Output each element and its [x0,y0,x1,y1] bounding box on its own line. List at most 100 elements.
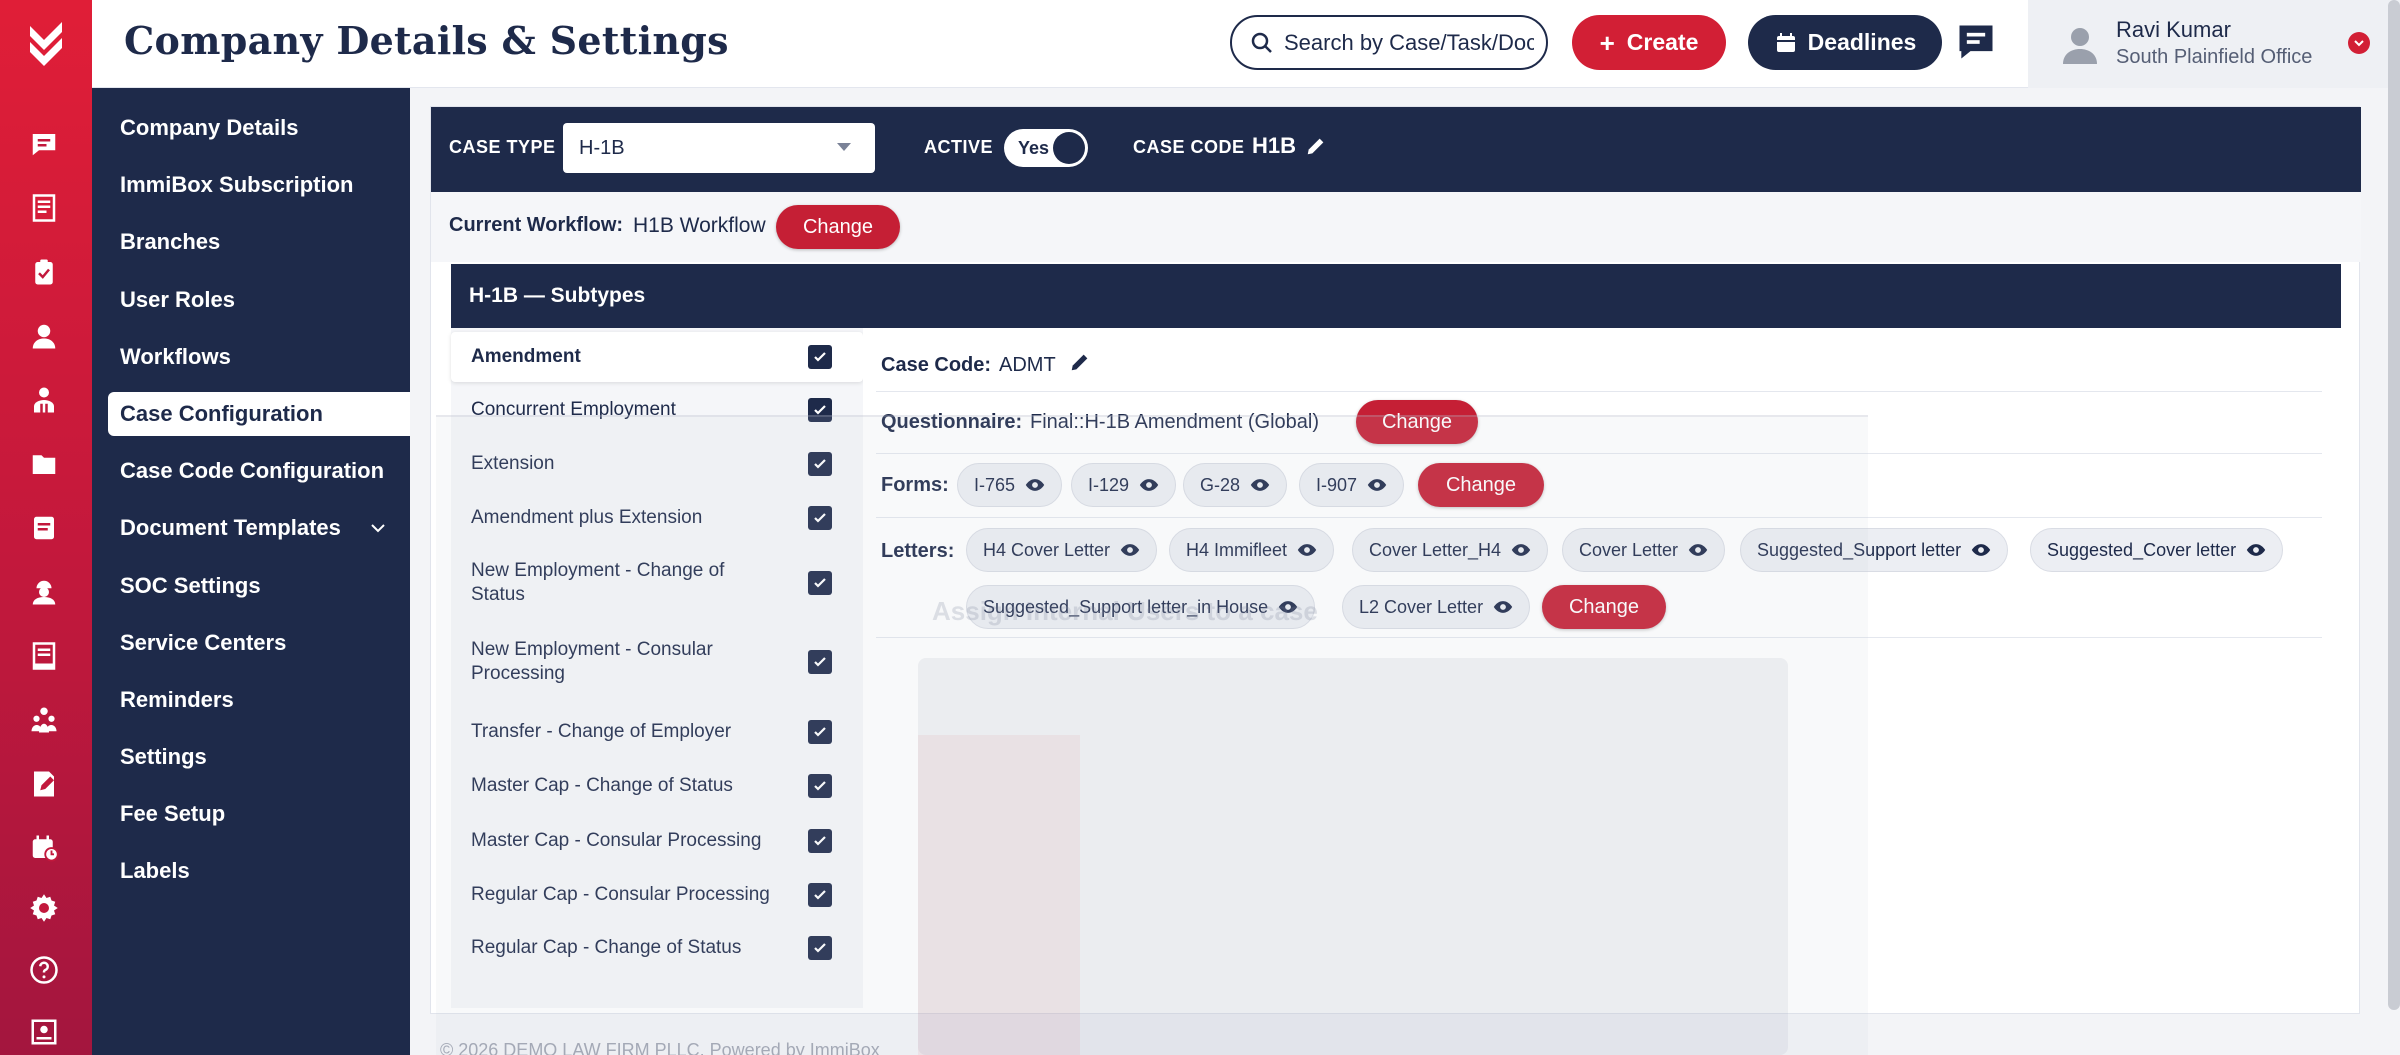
checkbox[interactable] [808,650,832,674]
user-profile-menu[interactable]: Ravi Kumar South Plainfield Office [2028,0,2400,88]
check-icon [814,836,826,846]
id-card-icon[interactable] [28,1016,60,1048]
pencil-icon[interactable] [1305,135,1327,157]
subtypes-list: Amendment Concurrent Employment Extensio… [451,328,863,1008]
worker-icon[interactable] [28,576,60,608]
check-icon [814,943,826,953]
toggle-knob [1053,132,1085,164]
chevron-down-icon[interactable] [2348,32,2370,54]
plus-icon: + [1599,27,1615,58]
team-icon[interactable] [28,704,60,736]
active-label: ACTIVE [924,137,994,157]
user-icon[interactable] [28,320,60,352]
sidebar-item-settings[interactable]: Settings [108,735,410,779]
checkbox[interactable] [808,829,832,853]
subtypes-header: H-1B — Subtypes [451,264,2341,328]
pencil-icon[interactable] [1069,351,1091,373]
list-item[interactable]: Master Cap - Change of Status [451,760,863,812]
checkbox[interactable] [808,720,832,744]
list-item[interactable]: Regular Cap - Change of Status [451,923,863,975]
avatar [2060,24,2100,64]
user-office: South Plainfield Office [2116,46,2313,68]
sidebar-item-document-templates[interactable]: Document Templates [108,506,410,550]
sidebar-item-service-centers[interactable]: Service Centers [108,621,410,665]
report-icon[interactable] [28,640,60,672]
checkbox[interactable] [808,506,832,530]
list-item[interactable]: Transfer - Change of Employer [451,706,863,758]
active-toggle[interactable]: Yes [1004,129,1088,167]
search-input[interactable] [1284,29,1534,56]
checkbox[interactable] [808,452,832,476]
chevron-down-icon [371,524,385,533]
sidebar-item-workflows[interactable]: Workflows [108,335,410,379]
global-search[interactable] [1230,15,1548,70]
case-type-select[interactable]: H-1B [563,123,875,173]
calendar-icon [1776,32,1795,52]
change-questionnaire-button[interactable]: Change [1356,400,1478,444]
sidebar-item-company-details[interactable]: Company Details [108,106,410,150]
checkbox[interactable] [808,883,832,907]
checkbox[interactable] [808,398,832,422]
page-title: Company Details & Settings [124,18,729,63]
check-icon [814,459,826,469]
list-item[interactable]: New Employment - Change of Status [451,548,863,618]
sidebar-item-case-configuration[interactable]: Case Configuration [108,392,410,436]
checkbox[interactable] [808,345,832,369]
check-icon [814,405,826,415]
footer-copyright: © 2026 DEMO LAW FIRM PLLC. Powered by Im… [440,1040,880,1055]
checkbox[interactable] [808,571,832,595]
sidebar-item-soc-settings[interactable]: SOC Settings [108,564,410,608]
messages-icon[interactable] [28,128,60,160]
subtype-details [863,328,2341,1008]
check-icon [814,781,826,791]
list-item[interactable]: Concurrent Employment [451,384,863,436]
page-scrollbar[interactable] [2388,0,2400,1010]
app-logo[interactable] [24,18,68,68]
chevron-down-icon [837,143,851,151]
sidebar-item-case-code-configuration[interactable]: Case Code Configuration [108,449,410,493]
users-group-icon[interactable] [28,384,60,416]
check-icon [814,890,826,900]
change-workflow-button[interactable]: Change [776,205,900,249]
case-type-bar: CASE TYPE H-1B ACTIVE Yes CASE CODE H1B [431,107,2361,192]
change-letters-button[interactable]: Change [1542,585,1666,629]
sidebar-item-branches[interactable]: Branches [108,220,410,264]
calendar-clock-icon[interactable] [28,832,60,864]
workflow-label: Current Workflow: [449,214,624,236]
sidebar-item-fee-setup[interactable]: Fee Setup [108,792,410,836]
deadlines-button[interactable]: Deadlines [1748,15,1942,70]
sidebar-item-immibox-subscription[interactable]: ImmiBox Subscription [108,163,410,207]
case-type-label: CASE TYPE [449,137,556,157]
check-icon [814,578,826,588]
list-item[interactable]: New Employment - Consular Processing [451,626,863,696]
sidebar-item-user-roles[interactable]: User Roles [108,278,410,322]
chat-icon[interactable] [1954,20,1998,64]
sidebar-item-reminders[interactable]: Reminders [108,678,410,722]
clipboard-check-icon[interactable] [28,256,60,288]
workflow-row: Current Workflow: H1B Workflow Change [431,192,2361,262]
document-edit-icon[interactable] [28,768,60,800]
list-item[interactable]: Master Cap - Consular Processing [451,815,863,867]
search-icon [1251,32,1272,53]
case-code-label: CASE CODE [1133,137,1245,157]
folder-icon[interactable] [28,448,60,480]
check-icon [814,513,826,523]
notes-icon[interactable] [28,512,60,544]
create-button[interactable]: + Create [1572,15,1726,70]
check-icon [814,727,826,737]
check-icon [814,657,826,667]
checkbox[interactable] [808,774,832,798]
sidebar-item-labels[interactable]: Labels [108,849,410,893]
checkbox[interactable] [808,936,832,960]
change-forms-button[interactable]: Change [1418,463,1544,507]
help-icon[interactable] [28,954,60,986]
list-item[interactable]: Amendment [451,332,863,382]
list-item[interactable]: Extension [451,438,863,490]
workflow-value: H1B Workflow [633,214,766,237]
case-code-value: H1B [1252,133,1297,158]
ledger-icon[interactable] [28,192,60,224]
gear-icon[interactable] [28,892,60,924]
list-item[interactable]: Regular Cap - Consular Processing [451,869,863,921]
list-item[interactable]: Amendment plus Extension [451,492,863,544]
case-configuration-panel: CASE TYPE H-1B ACTIVE Yes CASE CODE H1B … [430,106,2361,1014]
